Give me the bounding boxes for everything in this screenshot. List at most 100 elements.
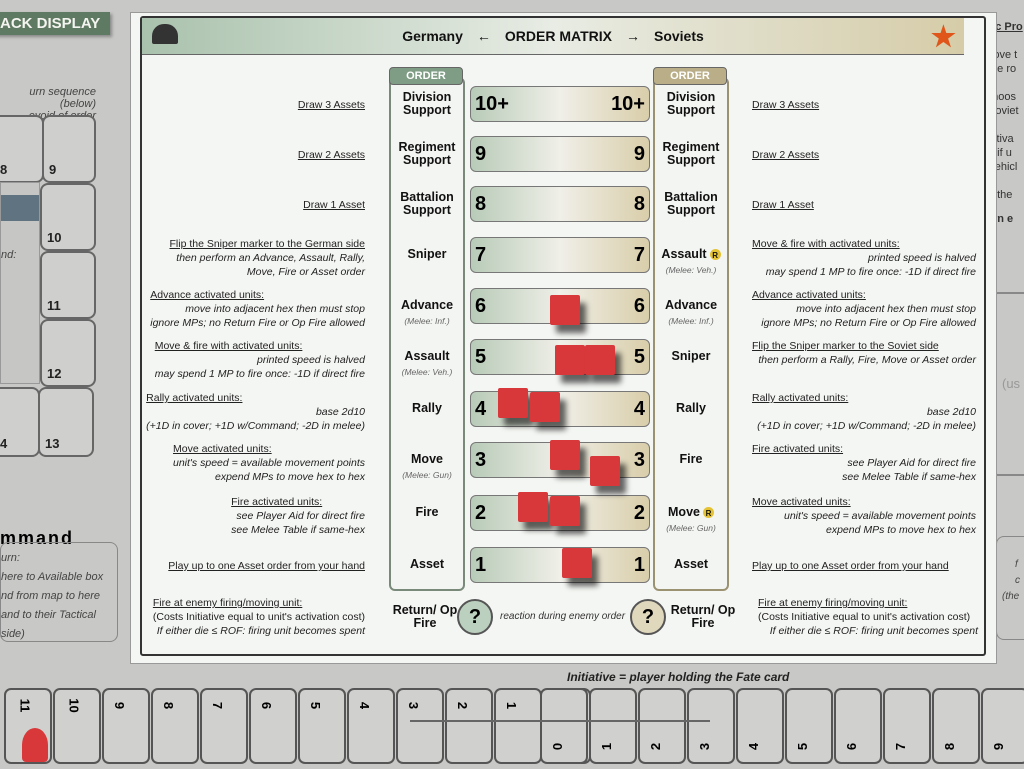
red-order-cube[interactable]	[550, 295, 580, 325]
red-order-cube[interactable]	[530, 392, 560, 422]
command-box: urn: here to Available box nd from map to …	[0, 542, 118, 642]
german-rule-text: Advance activated units: move into adjace…	[150, 289, 365, 329]
red-order-cube[interactable]	[518, 492, 548, 522]
track-box-11: 11	[47, 298, 61, 313]
german-rule-text: Play up to one Asset order from your han…	[168, 560, 365, 572]
track-box-8: 8	[0, 162, 8, 177]
initiative-label: Initiative = player holding the Fate car…	[567, 670, 790, 684]
red-order-cube[interactable]	[498, 388, 528, 418]
matrix-title: ORDER MATRIX	[504, 28, 612, 44]
german-rule-text: Move & fire with activated units: printed…	[154, 340, 365, 380]
german-rule-text: Draw 2 Assets	[297, 149, 365, 161]
german-order: Regiment Support	[398, 140, 456, 167]
order-number-cell: 99	[470, 136, 650, 172]
initiative-box[interactable]: 9	[981, 688, 1024, 764]
soviet-order: Asset	[673, 557, 709, 571]
order-number-cell: 77	[470, 237, 650, 273]
soviet-order: Division Support	[666, 90, 716, 117]
soviet-order: Regiment Support	[662, 140, 720, 167]
soviet-rule-text: Move & fire with activated units: printed…	[752, 238, 976, 278]
red-order-cube[interactable]	[590, 456, 620, 486]
r-badge-icon: R	[702, 507, 714, 519]
soviet-rule-text: Draw 3 Assets	[752, 99, 820, 111]
track-box-4: 4	[0, 436, 8, 451]
soviet-order: Fire	[679, 452, 703, 466]
german-order: Assault (Melee: Veh.)	[401, 349, 453, 378]
initiative-box[interactable]: 6	[834, 688, 882, 764]
initiative-box[interactable]: 9	[102, 688, 150, 764]
german-order-header: ORDER	[389, 67, 463, 85]
order-number-cell: 44	[470, 391, 650, 427]
label-fragment: nd:	[1, 249, 17, 261]
soviet-order: Battalion Support	[664, 190, 718, 217]
order-number-cell: 88	[470, 186, 650, 222]
track-display-header: ACK DISPLAY	[0, 12, 111, 35]
soviet-rule-text: Move activated units: unit's speed = avai…	[752, 496, 976, 536]
initiative-box[interactable]: 3	[687, 688, 735, 764]
initiative-box[interactable]: 7	[200, 688, 248, 764]
track-box-10: 10	[47, 230, 62, 245]
german-rule-text: Draw 1 Asset	[303, 199, 365, 211]
question-icon: ?	[630, 599, 666, 635]
initiative-box[interactable]: 2	[638, 688, 686, 764]
soviet-rule-text: Draw 2 Assets	[752, 149, 820, 161]
initiative-box[interactable]: 4	[736, 688, 784, 764]
german-order: Move (Melee: Gun)	[402, 452, 452, 481]
german-rule-text: Move activated units: unit's speed = avai…	[173, 443, 365, 483]
soviet-rule-text: Draw 1 Asset	[752, 199, 814, 211]
red-order-cube[interactable]	[550, 496, 580, 526]
german-order: Sniper	[407, 247, 447, 261]
german-helmet-icon	[152, 24, 178, 44]
german-order: Fire	[415, 505, 439, 519]
soviet-order-header: ORDER	[653, 67, 727, 85]
red-order-cube[interactable]	[550, 440, 580, 470]
soviet-return-fire: Return/ Op Fire	[670, 603, 736, 630]
initiative-box[interactable]: 6	[249, 688, 297, 764]
german-order: Battalion Support	[400, 190, 454, 217]
initiative-box[interactable]: 3	[396, 688, 444, 764]
german-order: Rally	[412, 401, 442, 415]
german-rule-text: Rally activated units: base 2d10 (+1D in c…	[146, 392, 365, 432]
initiative-box[interactable]: 5	[785, 688, 833, 764]
red-pawn-marker[interactable]	[22, 728, 48, 762]
red-order-cube[interactable]	[555, 345, 585, 375]
order-number-cell: 11	[470, 547, 650, 583]
soviets-label: Soviets	[653, 28, 704, 44]
side-box-2: f c (the	[996, 536, 1024, 640]
reaction-label: reaction during enemy order	[500, 611, 626, 622]
red-order-cube[interactable]	[585, 345, 615, 375]
german-return-fire: Return/ Op Fire	[392, 603, 458, 630]
soviet-rule-text: Play up to one Asset order from your han…	[752, 560, 949, 572]
initiative-box[interactable]: 10	[53, 688, 101, 764]
soviet-order: Advance (Melee: Inf.)	[664, 298, 718, 327]
soviet-rule-text: Fire activated units: see Player Aid for …	[752, 443, 976, 483]
soviet-rule-text: Advance activated units: move into adjace…	[752, 289, 976, 329]
soviet-order: Assault R (Melee: Veh.)	[655, 248, 727, 277]
arrow-left-icon: ←	[476, 28, 491, 44]
red-order-cube[interactable]	[562, 548, 592, 578]
germany-label: Germany	[402, 28, 463, 44]
soviet-rule-text: Rally activated units: base 2d10 (+1D in c…	[752, 392, 976, 432]
german-order: Division Support	[402, 90, 452, 117]
initiative-box[interactable]: 1	[494, 688, 542, 764]
initiative-box[interactable]: 7	[883, 688, 931, 764]
soviet-rule-text: Flip the Sniper marker to the Soviet sid…	[752, 340, 976, 366]
initiative-box[interactable]: 5	[298, 688, 346, 764]
initiative-box[interactable]: 2	[445, 688, 493, 764]
german-rule-text: Draw 3 Assets	[297, 99, 365, 111]
soviet-star-icon: ★	[930, 21, 956, 52]
german-order: Asset	[409, 557, 445, 571]
initiative-double-arrow-icon	[410, 720, 710, 722]
matrix-header: Germany ← ORDER MATRIX → Soviets ★	[142, 18, 964, 55]
track-box-13: 13	[45, 436, 60, 451]
initiative-box[interactable]: 0	[540, 688, 588, 764]
german-order: Advance (Melee: Inf.)	[400, 298, 454, 327]
initiative-box[interactable]: 4	[347, 688, 395, 764]
soviet-order: Rally	[676, 401, 706, 415]
initiative-box[interactable]: 8	[151, 688, 199, 764]
initiative-box[interactable]: 8	[932, 688, 980, 764]
r-badge-icon: R	[709, 249, 721, 261]
initiative-box[interactable]: 1	[589, 688, 637, 764]
track-box-9: 9	[49, 162, 57, 177]
soviet-order: Move R (Melee: Gun)	[666, 505, 716, 534]
